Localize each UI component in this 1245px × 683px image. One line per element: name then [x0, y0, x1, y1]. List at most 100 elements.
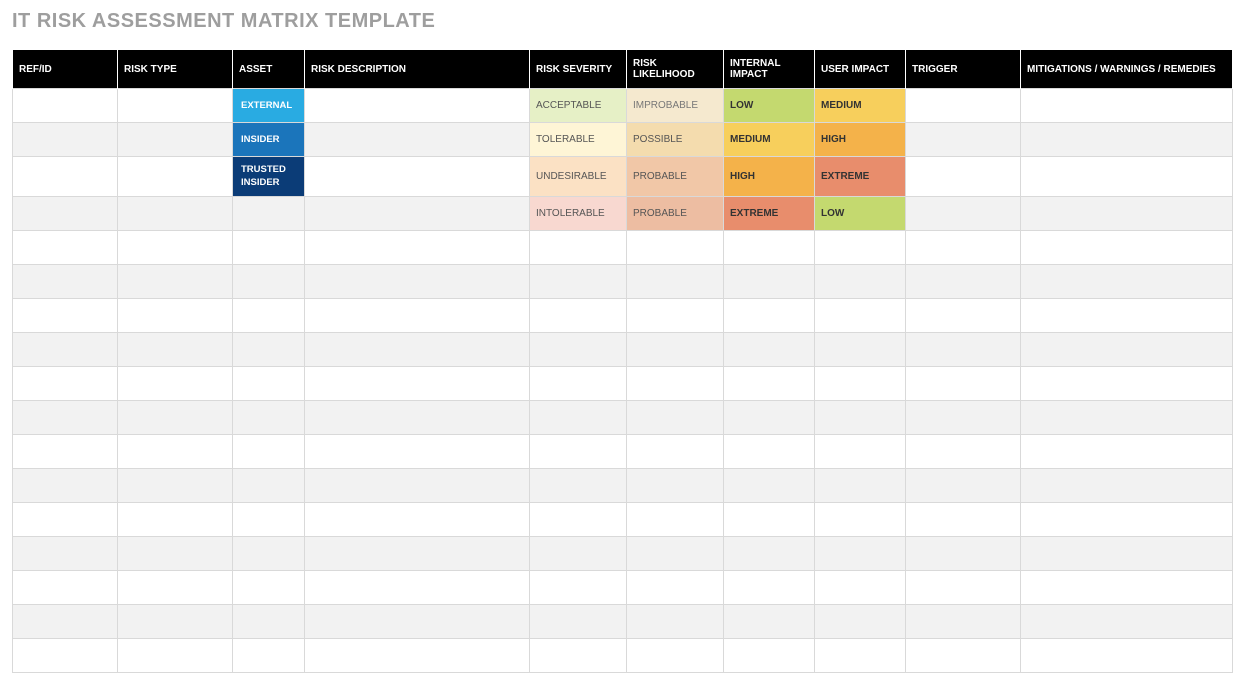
cell-risktype[interactable]: [118, 265, 233, 299]
cell-likelihood[interactable]: PROBABLE: [627, 157, 724, 197]
cell-mitig[interactable]: [1021, 157, 1233, 197]
cell-refid[interactable]: [13, 265, 118, 299]
cell-desc[interactable]: [305, 401, 530, 435]
cell-mitig[interactable]: [1021, 333, 1233, 367]
cell-asset[interactable]: TRUSTED INSIDER: [233, 157, 305, 197]
cell-asset[interactable]: EXTERNAL: [233, 89, 305, 123]
cell-asset[interactable]: [233, 265, 305, 299]
cell-trigger[interactable]: [906, 537, 1021, 571]
cell-mitig[interactable]: [1021, 605, 1233, 639]
cell-refid[interactable]: [13, 333, 118, 367]
cell-severity[interactable]: [530, 401, 627, 435]
cell-refid[interactable]: [13, 537, 118, 571]
cell-internal[interactable]: EXTREME: [724, 197, 815, 231]
cell-desc[interactable]: [305, 333, 530, 367]
cell-user[interactable]: [815, 231, 906, 265]
cell-desc[interactable]: [305, 639, 530, 673]
cell-severity[interactable]: [530, 605, 627, 639]
cell-internal[interactable]: [724, 605, 815, 639]
cell-desc[interactable]: [305, 367, 530, 401]
cell-mitig[interactable]: [1021, 639, 1233, 673]
cell-risktype[interactable]: [118, 605, 233, 639]
cell-likelihood[interactable]: [627, 367, 724, 401]
cell-asset[interactable]: [233, 333, 305, 367]
cell-asset[interactable]: [233, 299, 305, 333]
cell-asset[interactable]: [233, 469, 305, 503]
cell-risktype[interactable]: [118, 231, 233, 265]
cell-severity[interactable]: [530, 265, 627, 299]
cell-trigger[interactable]: [906, 265, 1021, 299]
cell-trigger[interactable]: [906, 197, 1021, 231]
cell-user[interactable]: [815, 401, 906, 435]
cell-severity[interactable]: [530, 537, 627, 571]
cell-trigger[interactable]: [906, 503, 1021, 537]
cell-asset[interactable]: [233, 571, 305, 605]
cell-risktype[interactable]: [118, 571, 233, 605]
cell-internal[interactable]: [724, 639, 815, 673]
cell-refid[interactable]: [13, 367, 118, 401]
cell-severity[interactable]: [530, 639, 627, 673]
cell-likelihood[interactable]: [627, 265, 724, 299]
cell-refid[interactable]: [13, 469, 118, 503]
cell-risktype[interactable]: [118, 435, 233, 469]
cell-internal[interactable]: LOW: [724, 89, 815, 123]
cell-internal[interactable]: [724, 231, 815, 265]
cell-internal[interactable]: [724, 367, 815, 401]
cell-severity[interactable]: [530, 571, 627, 605]
cell-mitig[interactable]: [1021, 89, 1233, 123]
cell-risktype[interactable]: [118, 367, 233, 401]
cell-user[interactable]: [815, 299, 906, 333]
cell-mitig[interactable]: [1021, 367, 1233, 401]
cell-risktype[interactable]: [118, 197, 233, 231]
cell-user[interactable]: [815, 265, 906, 299]
cell-risktype[interactable]: [118, 89, 233, 123]
cell-internal[interactable]: [724, 401, 815, 435]
cell-mitig[interactable]: [1021, 299, 1233, 333]
cell-mitig[interactable]: [1021, 469, 1233, 503]
cell-likelihood[interactable]: [627, 571, 724, 605]
cell-desc[interactable]: [305, 89, 530, 123]
cell-internal[interactable]: [724, 299, 815, 333]
cell-trigger[interactable]: [906, 123, 1021, 157]
cell-user[interactable]: [815, 503, 906, 537]
cell-asset[interactable]: [233, 231, 305, 265]
cell-likelihood[interactable]: [627, 503, 724, 537]
cell-mitig[interactable]: [1021, 265, 1233, 299]
cell-user[interactable]: EXTREME: [815, 157, 906, 197]
cell-refid[interactable]: [13, 639, 118, 673]
cell-asset[interactable]: [233, 537, 305, 571]
cell-refid[interactable]: [13, 299, 118, 333]
cell-internal[interactable]: [724, 435, 815, 469]
cell-trigger[interactable]: [906, 299, 1021, 333]
cell-severity[interactable]: [530, 333, 627, 367]
cell-asset[interactable]: [233, 367, 305, 401]
cell-internal[interactable]: [724, 503, 815, 537]
cell-risktype[interactable]: [118, 299, 233, 333]
cell-user[interactable]: MEDIUM: [815, 89, 906, 123]
cell-likelihood[interactable]: [627, 537, 724, 571]
cell-mitig[interactable]: [1021, 123, 1233, 157]
cell-likelihood[interactable]: [627, 435, 724, 469]
cell-mitig[interactable]: [1021, 401, 1233, 435]
cell-likelihood[interactable]: [627, 401, 724, 435]
cell-likelihood[interactable]: [627, 299, 724, 333]
cell-refid[interactable]: [13, 157, 118, 197]
cell-internal[interactable]: HIGH: [724, 157, 815, 197]
cell-likelihood[interactable]: [627, 333, 724, 367]
cell-refid[interactable]: [13, 503, 118, 537]
cell-trigger[interactable]: [906, 89, 1021, 123]
cell-internal[interactable]: [724, 469, 815, 503]
cell-desc[interactable]: [305, 231, 530, 265]
cell-trigger[interactable]: [906, 571, 1021, 605]
cell-risktype[interactable]: [118, 639, 233, 673]
cell-desc[interactable]: [305, 537, 530, 571]
cell-trigger[interactable]: [906, 401, 1021, 435]
cell-risktype[interactable]: [118, 503, 233, 537]
cell-mitig[interactable]: [1021, 537, 1233, 571]
cell-asset[interactable]: INSIDER: [233, 123, 305, 157]
cell-internal[interactable]: [724, 537, 815, 571]
cell-desc[interactable]: [305, 265, 530, 299]
cell-desc[interactable]: [305, 469, 530, 503]
cell-likelihood[interactable]: IMPROBABLE: [627, 89, 724, 123]
cell-severity[interactable]: [530, 231, 627, 265]
